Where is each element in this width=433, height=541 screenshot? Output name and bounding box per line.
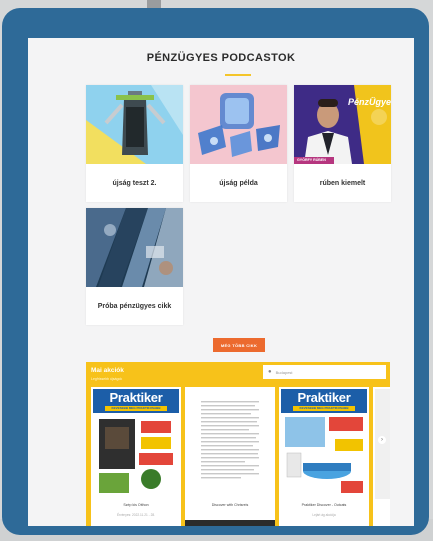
flyer-header: Praktiker KEVESEBB MEG PRAKTIKUSABB bbox=[93, 389, 179, 413]
deals-title: Mai akciók bbox=[91, 367, 124, 374]
article-thumbnail: PénzÜgyes GYÖRFY RÚBEN bbox=[294, 85, 391, 164]
chevron-right-icon[interactable]: › bbox=[378, 436, 386, 444]
flyer-tagline: KEVESEBB MEG PRAKTIKUSABB bbox=[105, 406, 167, 411]
article-title: újság teszt 2. bbox=[112, 179, 157, 187]
article-card[interactable]: PénzÜgyes GYÖRFY RÚBEN rúben kiemelt bbox=[294, 85, 391, 202]
flyer-cover bbox=[187, 389, 273, 499]
flyer-name: Praktiker Discover - Outcats bbox=[301, 503, 347, 507]
thumbnail-name: GYÖRFY RÚBEN bbox=[297, 158, 326, 162]
thumbnail-brand: PénzÜgyes bbox=[348, 97, 391, 107]
flyer-date: Érvényes: 2022.11.21 - 28. bbox=[116, 513, 156, 517]
title-underline bbox=[225, 74, 251, 76]
location-pin-icon: ● bbox=[268, 369, 272, 375]
flyer-cover: Praktiker KEVESEBB MEG PRAKTIKUSABB bbox=[93, 389, 179, 499]
flyer-card[interactable]: Praktiker KEVESEBB MEG PRAKTIKUSABB bbox=[279, 387, 369, 526]
flyer-cover: Praktiker KEVESEBB MEG PRAKTIKUSABB bbox=[281, 389, 367, 499]
article-thumbnail bbox=[190, 85, 287, 164]
flyer-card[interactable]: Discover with Chrisreis bbox=[185, 387, 275, 526]
flyer-footer-bar bbox=[185, 520, 275, 526]
article-thumbnail bbox=[86, 208, 183, 287]
flyer-name: Szép kis Otthon bbox=[123, 503, 149, 507]
location-placeholder: Budapest bbox=[275, 369, 293, 375]
article-card[interactable]: újság példa bbox=[190, 85, 287, 202]
flyer-brand: Praktiker bbox=[109, 390, 163, 405]
article-title: rúben kiemelt bbox=[319, 179, 366, 187]
article-thumbnail bbox=[86, 85, 183, 164]
flyer-name: Discover with Chrisreis bbox=[211, 503, 249, 507]
article-card[interactable]: Próba pénzügyes cikk bbox=[86, 208, 183, 325]
more-articles-button[interactable]: MÉG TÖBB CIKK bbox=[213, 338, 265, 352]
article-card[interactable]: újság teszt 2. bbox=[86, 85, 183, 202]
flyer-header: Praktiker KEVESEBB MEG PRAKTIKUSABB bbox=[281, 389, 367, 413]
page-title: PÉNZÜGYES PODCASTOK bbox=[146, 52, 296, 64]
article-title: újság példa bbox=[219, 179, 258, 187]
flyer-date: Lejárt ág akciója bbox=[312, 513, 336, 517]
flyer-card-partial[interactable] bbox=[373, 387, 390, 526]
article-title: Próba pénzügyes cikk bbox=[97, 302, 172, 310]
flyer-brand: Praktiker bbox=[297, 390, 351, 405]
location-search-input[interactable]: ● Budapest bbox=[263, 365, 386, 379]
phone-frame: PÉNZÜGYES PODCASTOK újság teszt 2. újság… bbox=[2, 8, 429, 535]
flyer-card[interactable]: Praktiker KEVESEBB MEG PRAKTIKUSABB bbox=[91, 387, 181, 526]
deals-subtitle: Legfrissebb újságok bbox=[91, 377, 123, 381]
daily-deals-widget: Mai akciók Legfrissebb újságok ● Budapes… bbox=[86, 362, 390, 526]
web-page: PÉNZÜGYES PODCASTOK újság teszt 2. újság… bbox=[28, 38, 414, 526]
flyer-cover bbox=[375, 389, 390, 499]
flyer-tagline: KEVESEBB MEG PRAKTIKUSABB bbox=[293, 406, 355, 411]
